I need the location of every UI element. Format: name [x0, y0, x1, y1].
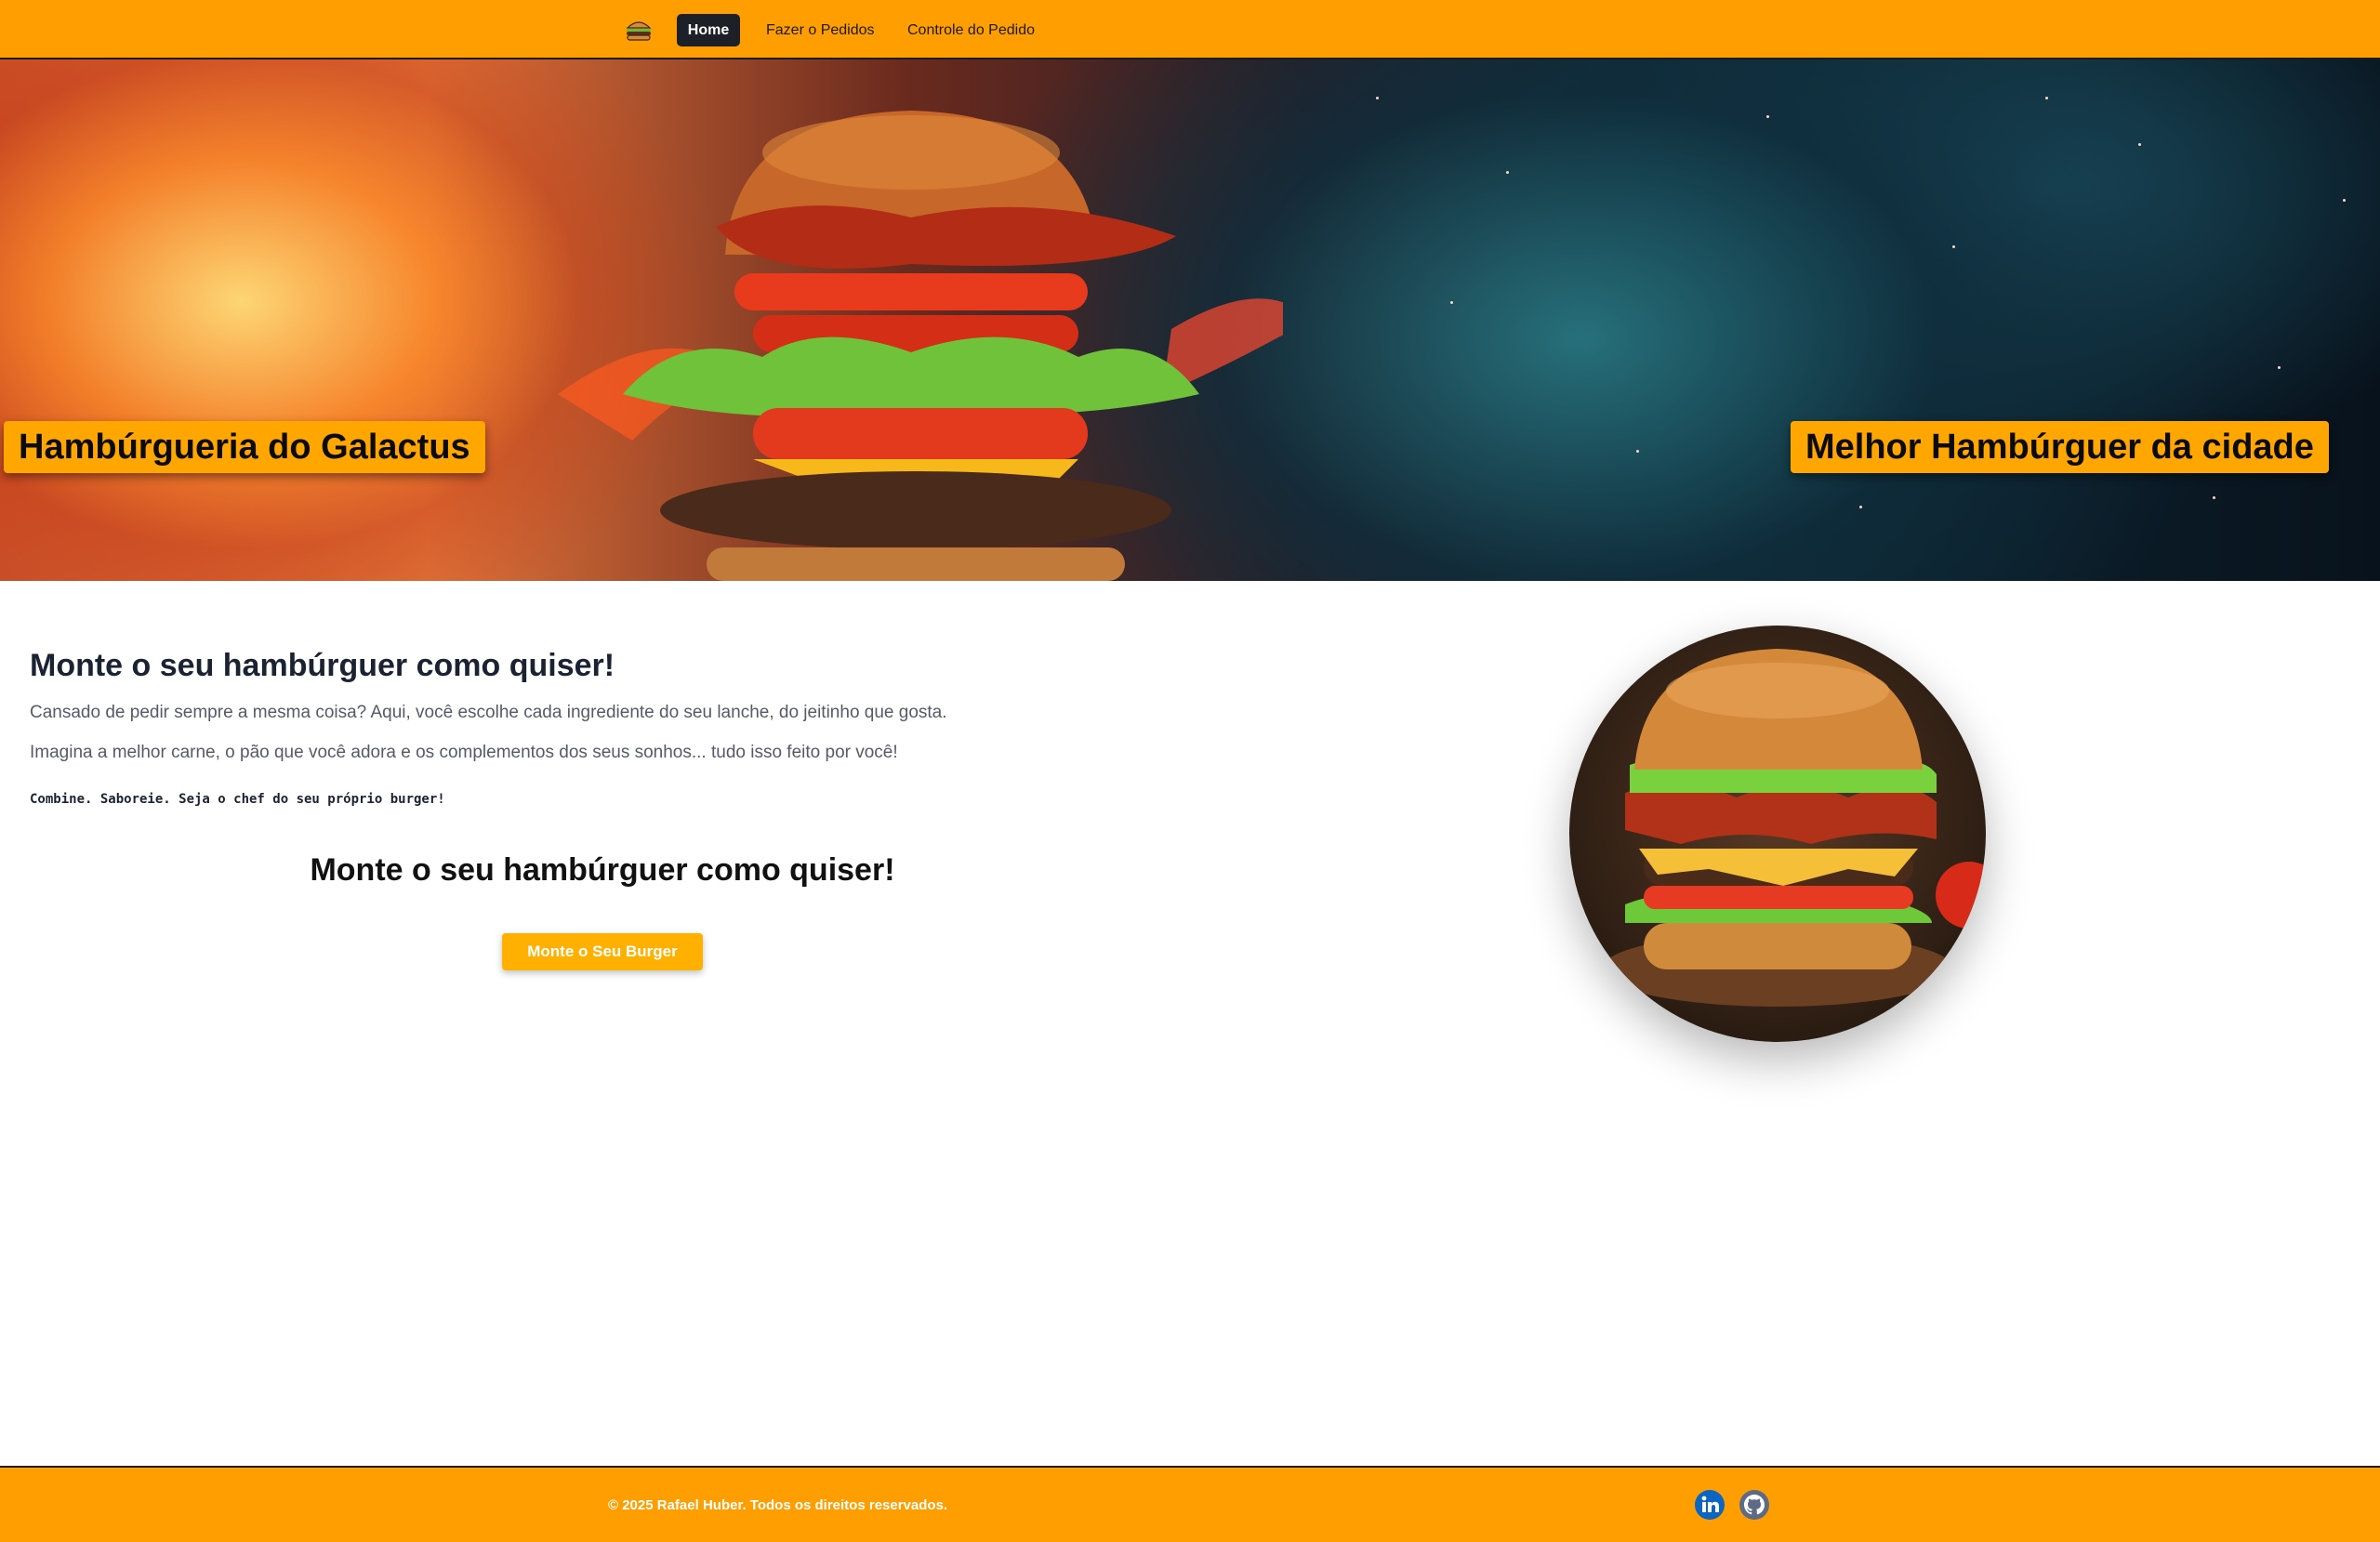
linkedin-icon[interactable]: [1694, 1489, 1726, 1521]
intro-paragraph-2: Imagina a melhor carne, o pão que você a…: [30, 743, 898, 762]
star: [2138, 143, 2141, 146]
build-burger-button[interactable]: Monte o Seu Burger: [502, 933, 703, 970]
navbar: Home Fazer o Pedidos Controle do Pedido: [0, 0, 2380, 59]
star: [1636, 450, 1639, 453]
star: [2343, 199, 2346, 202]
star: [1450, 301, 1453, 304]
star: [1376, 97, 1379, 99]
star: [1952, 245, 1955, 248]
nav-controle-pedido[interactable]: Controle do Pedido: [896, 14, 1046, 46]
footer: © 2025 Rafael Huber. Todos os direitos r…: [0, 1466, 2380, 1542]
burger-photo-illustration: [1601, 649, 1986, 1007]
intro-paragraph-1: Cansado de pedir sempre a mesma coisa? A…: [30, 703, 947, 722]
star: [2278, 366, 2281, 369]
main-title: Monte o seu hambúrguer como quiser!: [30, 648, 615, 683]
nav-fazer-pedidos[interactable]: Fazer o Pedidos: [755, 14, 886, 46]
nav-home[interactable]: Home: [677, 14, 740, 46]
star: [1506, 171, 1509, 174]
star: [2045, 97, 2048, 99]
star: [1766, 115, 1769, 118]
footer-copyright: © 2025 Rafael Huber. Todos os direitos r…: [608, 1497, 948, 1513]
star: [2213, 496, 2215, 499]
github-icon[interactable]: [1739, 1489, 1770, 1521]
star: [1859, 506, 1862, 508]
burger-logo-icon[interactable]: [625, 17, 653, 43]
hero-burger-illustration: [558, 111, 1283, 581]
hero-banner: Hambúrgueria do Galactus Melhor Hambúrgu…: [0, 59, 2380, 581]
hero-title-label: Hambúrgueria do Galactus: [4, 421, 485, 473]
section-subtitle: Monte o seu hambúrguer como quiser!: [310, 852, 895, 888]
hero-slogan-label: Melhor Hambúrguer da cidade: [1791, 421, 2329, 473]
burger-photo: [1569, 626, 1986, 1042]
tagline: Combine. Saboreie. Seja o chef do seu pr…: [30, 792, 445, 807]
